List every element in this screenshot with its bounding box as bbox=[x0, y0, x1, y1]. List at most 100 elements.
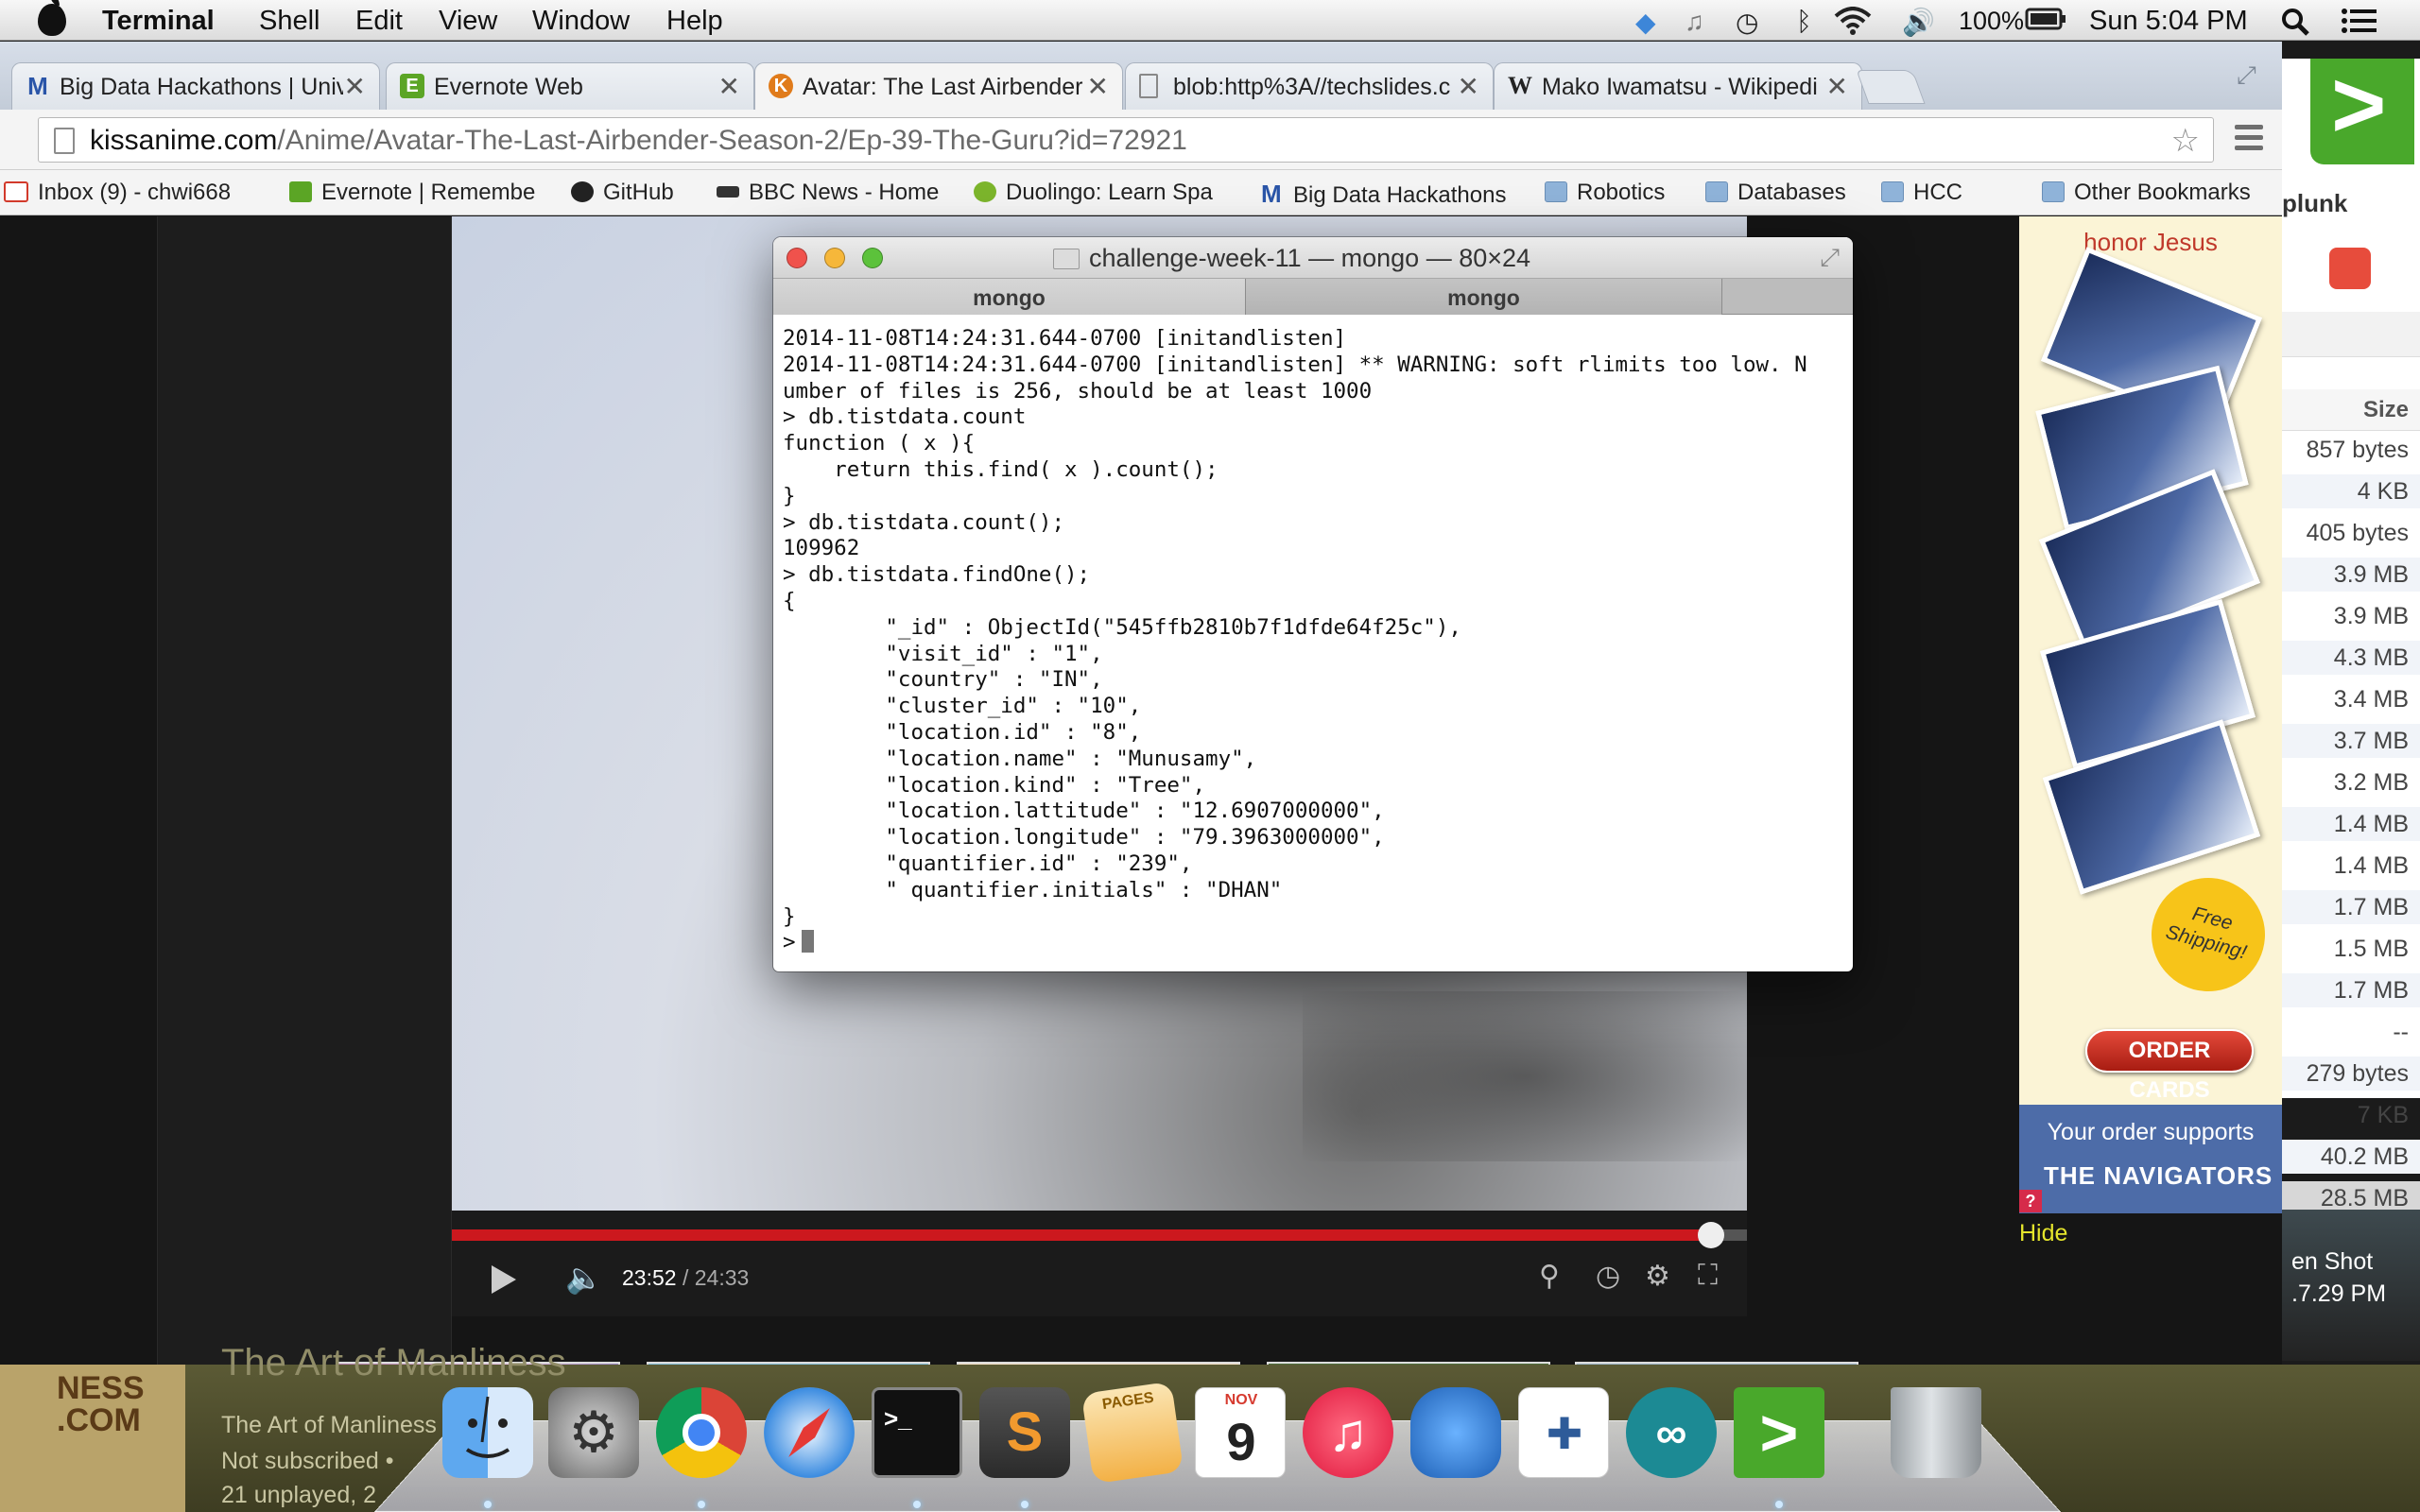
terminal-output[interactable]: 2014-11-08T14:24:31.644-0700 [initandlis… bbox=[783, 326, 1845, 969]
bookmark-folder-other[interactable]: Other Bookmarks bbox=[2042, 180, 2251, 206]
tab-blob-techslides[interactable]: blob:http%3A//techslides.c ✕ bbox=[1125, 62, 1494, 110]
bookmark-duolingo[interactable]: Duolingo: Learn Spa bbox=[974, 180, 1213, 206]
file-size-cell[interactable]: 1.7 MB bbox=[2282, 890, 2420, 924]
battery-icon[interactable] bbox=[2025, 7, 2066, 38]
file-size-cell[interactable]: 4.3 MB bbox=[2282, 641, 2420, 675]
tab-big-data-hackathons[interactable]: M Big Data Hackathons | Univ ✕ bbox=[11, 62, 380, 110]
chrome-menu-icon[interactable] bbox=[2235, 125, 2263, 153]
terminal-tab-mongo-1[interactable]: mongo bbox=[773, 279, 1246, 315]
ad-info-button[interactable]: ? bbox=[2019, 1190, 2042, 1212]
watch-later-icon[interactable]: ◷ bbox=[1596, 1260, 1620, 1293]
bookmark-evernote[interactable]: Evernote | Remembe bbox=[289, 180, 535, 206]
dropbox-icon[interactable]: ◆ bbox=[1635, 7, 1656, 38]
bookmark-star-icon[interactable]: ☆ bbox=[2171, 122, 2200, 160]
file-size-cell[interactable]: 3.7 MB bbox=[2282, 724, 2420, 758]
bluetooth-icon[interactable]: ᛒ bbox=[1796, 7, 1812, 37]
file-size-cell[interactable]: 1.4 MB bbox=[2282, 807, 2420, 841]
file-size-cell[interactable]: 405 bytes bbox=[2282, 516, 2420, 550]
terminal-titlebar[interactable]: challenge-week-11 — mongo — 80×24 ⤢ bbox=[773, 237, 1853, 279]
notification-icon[interactable]: ♫ bbox=[1685, 7, 1704, 37]
pages-icon[interactable]: PAGES bbox=[1080, 1381, 1184, 1485]
file-size-cell[interactable]: 279 bytes bbox=[2282, 1057, 2420, 1091]
play-icon[interactable] bbox=[492, 1265, 516, 1294]
terminal-tab-mongo-2[interactable]: mongo bbox=[1246, 279, 1722, 315]
fullscreen-icon[interactable]: ⤢ bbox=[2237, 60, 2256, 91]
sublime-text-icon[interactable]: S bbox=[979, 1387, 1070, 1478]
safari-icon[interactable] bbox=[764, 1387, 855, 1478]
tableau-icon[interactable]: ✚ bbox=[1518, 1387, 1609, 1478]
file-size-cell[interactable]: 1.4 MB bbox=[2282, 849, 2420, 883]
arduino-icon[interactable]: ∞ bbox=[1626, 1387, 1717, 1478]
menu-app-terminal[interactable]: Terminal bbox=[102, 6, 215, 37]
volume-icon[interactable]: 🔊 bbox=[1902, 7, 1935, 38]
close-button[interactable] bbox=[786, 248, 807, 268]
tab-avatar-last-airbender[interactable]: K Avatar: The Last Airbender ✕ bbox=[754, 62, 1123, 110]
size-column-header[interactable]: Size bbox=[2282, 389, 2420, 431]
file-size-cell[interactable]: 3.2 MB bbox=[2282, 765, 2420, 799]
order-cards-button[interactable]: ORDER CARDS bbox=[2085, 1029, 2254, 1103]
file-size-cell[interactable]: 3.9 MB bbox=[2282, 558, 2420, 592]
wifi-icon[interactable] bbox=[1834, 7, 1872, 42]
menu-shell[interactable]: Shell bbox=[259, 6, 320, 37]
terminal-window[interactable]: challenge-week-11 — mongo — 80×24 ⤢ mong… bbox=[773, 237, 1853, 971]
bookmark-bbc-news[interactable]: BBC News - Home bbox=[717, 180, 939, 206]
settings-gear-icon[interactable]: ⚙ bbox=[1645, 1260, 1670, 1293]
time-machine-icon[interactable]: ◷ bbox=[1736, 7, 1758, 38]
chrome-icon[interactable] bbox=[656, 1387, 747, 1478]
file-size-cell[interactable]: 857 bytes bbox=[2282, 433, 2420, 467]
menu-bar: Terminal Shell Edit View Window Help ◆ ♫… bbox=[0, 0, 2420, 41]
tab-close-icon[interactable]: ✕ bbox=[1826, 71, 1848, 102]
address-bar[interactable]: kissanime.com/Anime/Avatar-The-Last-Airb… bbox=[38, 117, 2214, 163]
volume-icon[interactable]: 🔈 bbox=[565, 1260, 603, 1296]
spotlight-icon[interactable] bbox=[2280, 7, 2310, 43]
bookmark-folder-databases[interactable]: Databases bbox=[1705, 180, 1846, 206]
terminal-cursor bbox=[801, 930, 814, 954]
folder-icon bbox=[1881, 181, 1904, 202]
sequel-pro-icon[interactable] bbox=[1410, 1387, 1501, 1478]
apple-menu-icon[interactable] bbox=[38, 0, 66, 36]
system-preferences-icon[interactable]: ⚙ bbox=[548, 1387, 639, 1478]
file-size-cell[interactable]: 1.7 MB bbox=[2282, 973, 2420, 1007]
minimize-button[interactable] bbox=[824, 248, 845, 268]
new-tab-button[interactable] bbox=[1856, 70, 1926, 104]
calendar-icon[interactable]: NOV 9 bbox=[1195, 1387, 1286, 1478]
fullscreen-icon[interactable]: ⛶ bbox=[1698, 1260, 1718, 1292]
finder-icon[interactable] bbox=[442, 1387, 533, 1478]
video-scrubber-handle[interactable] bbox=[1697, 1222, 1724, 1248]
trash-icon[interactable] bbox=[1891, 1387, 1981, 1478]
bookmark-inbox[interactable]: Inbox (9) - chwi668 bbox=[4, 180, 231, 206]
splunk-app-icon[interactable] bbox=[2310, 51, 2414, 164]
video-progress-bar[interactable] bbox=[452, 1222, 1747, 1248]
file-size-cell[interactable]: 4 KB bbox=[2282, 474, 2420, 508]
menu-window[interactable]: Window bbox=[532, 6, 630, 37]
fullscreen-icon[interactable]: ⤢ bbox=[1820, 243, 1840, 273]
menu-edit[interactable]: Edit bbox=[355, 6, 403, 37]
bookmark-github[interactable]: GitHub bbox=[571, 180, 674, 206]
splunk-icon[interactable]: > bbox=[1734, 1387, 1824, 1478]
file-size-cell[interactable]: -- bbox=[2282, 1015, 2420, 1049]
menu-view[interactable]: View bbox=[439, 6, 497, 37]
advertisement[interactable]: honor Jesus Free Shipping! ORDER CARDS Y… bbox=[2019, 216, 2282, 1213]
bookmark-folder-robotics[interactable]: Robotics bbox=[1545, 180, 1665, 206]
menu-clock[interactable]: Sun 5:04 PM bbox=[2089, 6, 2248, 37]
bookmark-folder-hcc[interactable]: HCC bbox=[1881, 180, 1962, 206]
zoom-button[interactable] bbox=[862, 248, 883, 268]
menu-help[interactable]: Help bbox=[666, 6, 723, 37]
file-size-cell[interactable]: 3.9 MB bbox=[2282, 599, 2420, 633]
file-size-cell[interactable]: 40.2 MB bbox=[2282, 1140, 2420, 1174]
file-size-cell[interactable]: 3.4 MB bbox=[2282, 682, 2420, 716]
annotations-icon[interactable]: ⚲ bbox=[1539, 1260, 1560, 1293]
tab-close-icon[interactable]: ✕ bbox=[1458, 71, 1479, 102]
itunes-icon[interactable]: ♫ bbox=[1303, 1387, 1393, 1478]
tab-evernote-web[interactable]: E Evernote Web ✕ bbox=[386, 62, 754, 110]
ad-hide-link[interactable]: Hide bbox=[2019, 1220, 2067, 1247]
notification-center-icon[interactable] bbox=[2341, 7, 2378, 42]
tab-close-icon[interactable]: ✕ bbox=[1087, 71, 1109, 102]
tab-close-icon[interactable]: ✕ bbox=[718, 71, 740, 102]
file-size-cell[interactable]: 1.5 MB bbox=[2282, 932, 2420, 966]
file-size-cell[interactable]: 7 KB bbox=[2282, 1098, 2420, 1132]
bookmark-big-data-hackathons[interactable]: M Big Data Hackathons bbox=[1261, 180, 1506, 209]
terminal-icon[interactable]: >_ bbox=[872, 1387, 962, 1478]
tab-mako-iwamatsu[interactable]: W Mako Iwamatsu - Wikipedi ✕ bbox=[1494, 62, 1862, 110]
tab-close-icon[interactable]: ✕ bbox=[344, 71, 366, 102]
